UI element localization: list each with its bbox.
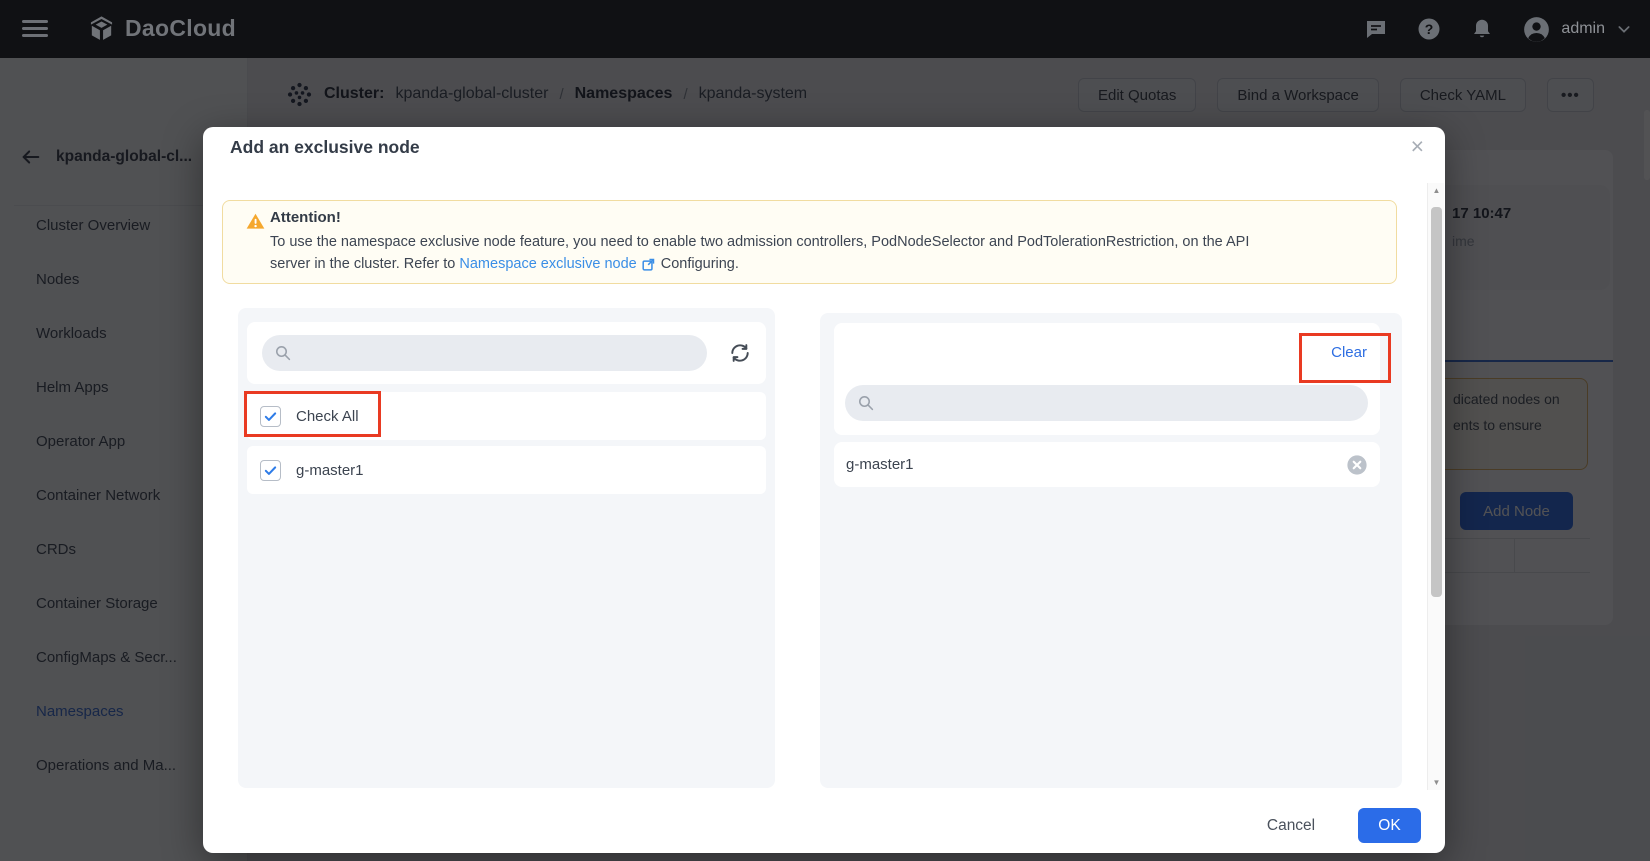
modal-title: Add an exclusive node: [230, 137, 420, 158]
logo-text: DaoCloud: [125, 15, 236, 42]
node-label: g-master1: [296, 462, 364, 479]
search-icon: [274, 344, 292, 362]
attention-title: Attention!: [270, 209, 341, 226]
svg-text:?: ?: [1425, 21, 1434, 37]
daocloud-logo[interactable]: DaoCloud: [88, 15, 236, 42]
selected-nodes-panel: Clear g-master1: [820, 313, 1402, 788]
screen: kpanda-global-cl... Cluster Overview Nod…: [0, 0, 1650, 861]
header-right: ? admin: [1364, 0, 1632, 58]
attention-body-line2-suffix: Configuring.: [661, 256, 739, 272]
node-source-panel: Check All g-master1: [238, 308, 775, 788]
refresh-icon[interactable]: [729, 342, 751, 364]
chevron-down-icon: [1616, 21, 1632, 37]
help-icon[interactable]: ?: [1417, 17, 1441, 41]
selected-node-row: g-master1: [834, 442, 1380, 487]
add-exclusive-node-modal: Add an exclusive node × Attention! To us…: [203, 127, 1445, 853]
source-search-card: [247, 322, 766, 384]
close-icon[interactable]: ×: [1411, 133, 1424, 159]
external-link-icon: [641, 257, 656, 272]
check-all-label: Check All: [296, 408, 359, 425]
clear-link[interactable]: Clear: [1331, 344, 1367, 361]
selected-node-label: g-master1: [846, 456, 1346, 473]
selected-search-card: Clear: [834, 323, 1380, 435]
top-header: DaoCloud ? admin: [0, 0, 1650, 58]
node-row-g-master1[interactable]: g-master1: [247, 446, 766, 494]
source-search-input[interactable]: [262, 335, 707, 371]
cancel-button[interactable]: Cancel: [1256, 810, 1326, 842]
notifications-bell-icon[interactable]: [1470, 17, 1494, 41]
attention-body-line1: To use the namespace exclusive node feat…: [270, 234, 1249, 250]
username: admin: [1561, 20, 1605, 38]
remove-node-icon[interactable]: [1346, 454, 1368, 476]
selected-search-input[interactable]: [845, 385, 1368, 421]
scrollbar-thumb[interactable]: [1431, 207, 1442, 597]
user-menu[interactable]: admin: [1523, 16, 1632, 43]
attention-body-line2-prefix: server in the cluster. Refer to: [270, 256, 455, 272]
check-all-checkbox[interactable]: [260, 406, 281, 427]
attention-banner: Attention! To use the namespace exclusiv…: [222, 200, 1397, 284]
attention-body-line2: server in the cluster. Refer to Namespac…: [270, 256, 739, 272]
search-icon: [857, 394, 875, 412]
scroll-up-arrow[interactable]: ▲: [1428, 186, 1445, 195]
node-checkbox[interactable]: [260, 460, 281, 481]
hamburger-menu-icon[interactable]: [22, 20, 48, 38]
modal-scrollbar[interactable]: ▲ ▼: [1427, 183, 1444, 790]
avatar: [1523, 16, 1550, 43]
daocloud-cube-icon: [88, 15, 115, 42]
check-all-row[interactable]: Check All: [247, 392, 766, 440]
namespace-exclusive-node-link[interactable]: Namespace exclusive node: [459, 256, 636, 272]
ok-button[interactable]: OK: [1358, 808, 1421, 843]
scroll-down-arrow[interactable]: ▼: [1428, 778, 1445, 787]
messages-icon[interactable]: [1364, 17, 1388, 41]
warning-triangle-icon: [246, 212, 265, 231]
